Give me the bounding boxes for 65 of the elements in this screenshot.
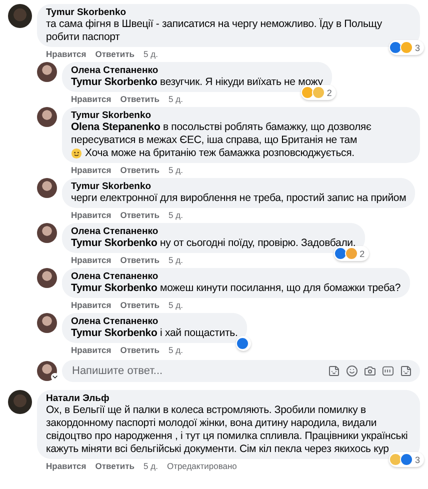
action-link[interactable]: Нравится: [71, 165, 112, 175]
action-link[interactable]: Нравится: [71, 345, 112, 355]
reactions-pill[interactable]: 2: [300, 85, 336, 100]
timestamp: 5 д.: [168, 300, 183, 310]
camera-icon[interactable]: [364, 365, 376, 377]
action-link[interactable]: Нравится: [71, 94, 112, 104]
action-link[interactable]: Ответить: [120, 300, 160, 310]
author-name[interactable]: Олена Степаненко: [71, 271, 401, 282]
sticker-icon[interactable]: [400, 365, 412, 377]
avatar[interactable]: [8, 4, 32, 28]
author-name[interactable]: Tymur Skorbenko: [71, 181, 406, 192]
gif-icon[interactable]: [382, 365, 394, 377]
reply-field[interactable]: Напишите ответ...: [62, 360, 420, 382]
action-link[interactable]: Нравится: [71, 210, 112, 220]
author-name[interactable]: Олена Степаненко: [71, 316, 238, 327]
reactions-pill[interactable]: 2: [334, 246, 369, 261]
author-name[interactable]: Олена Степаненко: [71, 65, 323, 76]
action-link[interactable]: Ответить: [120, 345, 160, 355]
avatar[interactable]: [37, 62, 57, 82]
timestamp: 5 д.: [144, 461, 158, 471]
reaction-count: 2: [358, 248, 366, 258]
reactions-pill[interactable]: 3: [388, 40, 424, 55]
action-link[interactable]: Ответить: [95, 49, 135, 59]
reaction-count: 3: [414, 42, 421, 52]
timestamp: 5 д.: [168, 255, 183, 265]
avatar[interactable]: [37, 107, 57, 127]
action-link[interactable]: Нравится: [71, 300, 112, 310]
comment-text: Хоча може на британію теж бамажка розповсюджується.: [85, 147, 354, 160]
action-link[interactable]: Ответить: [120, 255, 160, 265]
comment-text: Tymur Skorbenko і хай пощастить.: [71, 327, 238, 340]
author-name[interactable]: Олена Степаненко: [71, 226, 356, 237]
smile-emoji-icon: [71, 148, 82, 159]
action-link[interactable]: Ответить: [120, 165, 160, 175]
action-link[interactable]: Ответить: [120, 210, 160, 220]
timestamp: Отредактировано: [166, 461, 237, 471]
author-name[interactable]: Tymur Skorbenko: [71, 110, 411, 121]
timestamp: 5 д.: [144, 49, 158, 59]
avatar-sticker-icon[interactable]: [328, 365, 340, 377]
timestamp: 5 д.: [168, 210, 183, 220]
action-link[interactable]: Нравится: [71, 255, 112, 265]
comment-text: та сама фігня в Швеції - записатися на чергу неможливо. Їду в Польщу робити паспорт: [46, 18, 384, 44]
reactions-pill[interactable]: 3: [388, 452, 424, 467]
avatar[interactable]: [37, 268, 57, 288]
author-name[interactable]: Tymur Skorbenko: [46, 7, 411, 18]
avatar[interactable]: [37, 313, 57, 333]
emoji-icon[interactable]: [346, 365, 358, 377]
reaction-count: 3: [414, 454, 421, 464]
action-link[interactable]: Нравится: [46, 461, 86, 471]
comment-text: Tymur Skorbenko можеш кинути посилання, що для бомажки треба?: [71, 282, 401, 295]
comment-text: Olena Stepanenko в посольстві роблять бамажку, що дозволяє пересуватися в межах ЄЕС, іша справа, що Британія не там: [71, 121, 372, 147]
action-link[interactable]: Ответить: [95, 461, 135, 471]
avatar[interactable]: [37, 223, 57, 243]
avatar[interactable]: [8, 390, 32, 414]
avatar[interactable]: [37, 178, 57, 198]
timestamp: 5 д.: [168, 345, 183, 355]
reactions-pill[interactable]: [236, 336, 251, 351]
comment-text: черги електронної для вироблення не треба, простий запис на прийом: [71, 192, 406, 205]
avatar[interactable]: [37, 361, 57, 381]
text-input[interactable]: Напишите ответ...: [70, 364, 322, 378]
author-name[interactable]: Натали Эльф: [46, 393, 411, 404]
timestamp: 5 д.: [168, 94, 183, 104]
action-link[interactable]: Нравится: [46, 49, 86, 59]
timestamp: 5 д.: [168, 165, 183, 175]
action-link[interactable]: Ответить: [120, 94, 160, 104]
reaction-count: 2: [326, 88, 333, 98]
